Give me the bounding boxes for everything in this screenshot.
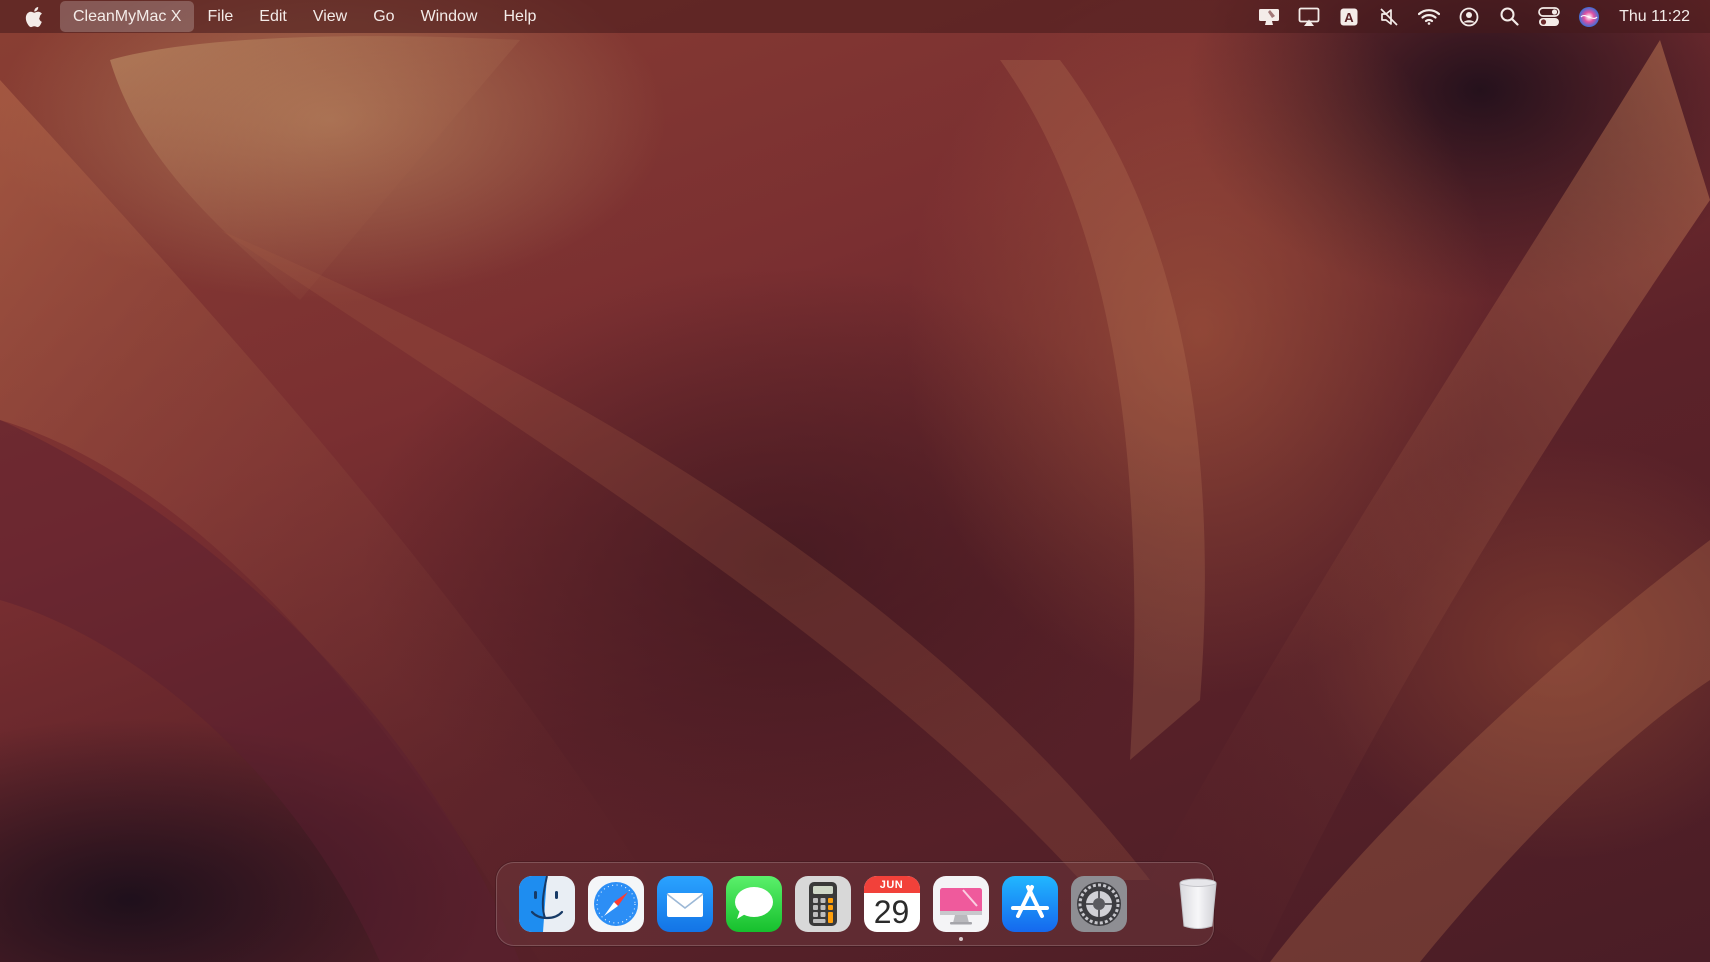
- menu-go[interactable]: Go: [360, 1, 407, 32]
- control-center-icon[interactable]: [1529, 0, 1569, 33]
- calendar-day: 29: [873, 894, 910, 930]
- input-source-letter: A: [1344, 10, 1354, 25]
- system-preferences-icon: [1070, 876, 1127, 932]
- trash-icon: [1178, 878, 1217, 929]
- finder-icon: [518, 876, 575, 932]
- menu-window[interactable]: Window: [408, 1, 491, 32]
- dock-app-app-store[interactable]: [1001, 876, 1058, 932]
- menu-view[interactable]: View: [300, 1, 360, 32]
- menu-bar-clock[interactable]: Thu 11:22: [1619, 8, 1698, 26]
- menu-help[interactable]: Help: [490, 1, 549, 32]
- cleanmymac-menu-icon[interactable]: [1249, 0, 1289, 33]
- wallpaper-waves: [0, 36, 1710, 962]
- dock-app-mail[interactable]: [656, 876, 713, 932]
- app-store-icon: [1001, 876, 1058, 932]
- dock-app-system-preferences[interactable]: [1070, 876, 1127, 932]
- dock-app-calendar[interactable]: JUN 29: [863, 876, 920, 932]
- app-menu-cleanmymac[interactable]: CleanMyMac X: [60, 1, 195, 32]
- dock: JUN 29: [496, 862, 1217, 946]
- airplay-icon[interactable]: [1289, 0, 1329, 33]
- desktop-wallpaper: [0, 0, 1710, 962]
- dock-app-safari[interactable]: [587, 876, 644, 932]
- messages-icon: [725, 876, 782, 932]
- safari-icon: [587, 876, 644, 932]
- dock-app-calculator[interactable]: [794, 876, 851, 932]
- dock-app-messages[interactable]: [725, 876, 782, 932]
- calendar-month: JUN: [879, 879, 904, 891]
- dock-trash[interactable]: [1170, 876, 1226, 932]
- mail-icon: [656, 876, 713, 932]
- calculator-icon: [794, 876, 851, 932]
- wifi-icon[interactable]: [1409, 0, 1449, 33]
- cleanmymac-icon: [932, 876, 989, 932]
- sound-muted-icon[interactable]: [1369, 0, 1409, 33]
- apple-logo-icon[interactable]: [18, 2, 48, 32]
- menu-bar: CleanMyMac X File Edit View Go Window He…: [0, 0, 1710, 33]
- user-account-icon[interactable]: [1449, 0, 1489, 33]
- dock-app-finder[interactable]: [518, 876, 575, 932]
- siri-icon[interactable]: [1569, 0, 1609, 33]
- menu-bar-right: A Thu 11:22: [1249, 0, 1698, 33]
- dock-app-cleanmymac[interactable]: [932, 876, 989, 941]
- input-source-icon[interactable]: A: [1329, 0, 1369, 33]
- menu-file[interactable]: File: [194, 1, 246, 32]
- spotlight-search-icon[interactable]: [1489, 0, 1529, 33]
- menu-edit[interactable]: Edit: [246, 1, 300, 32]
- menu-bar-left: CleanMyMac X File Edit View Go Window He…: [18, 0, 549, 33]
- running-indicator: [958, 937, 963, 941]
